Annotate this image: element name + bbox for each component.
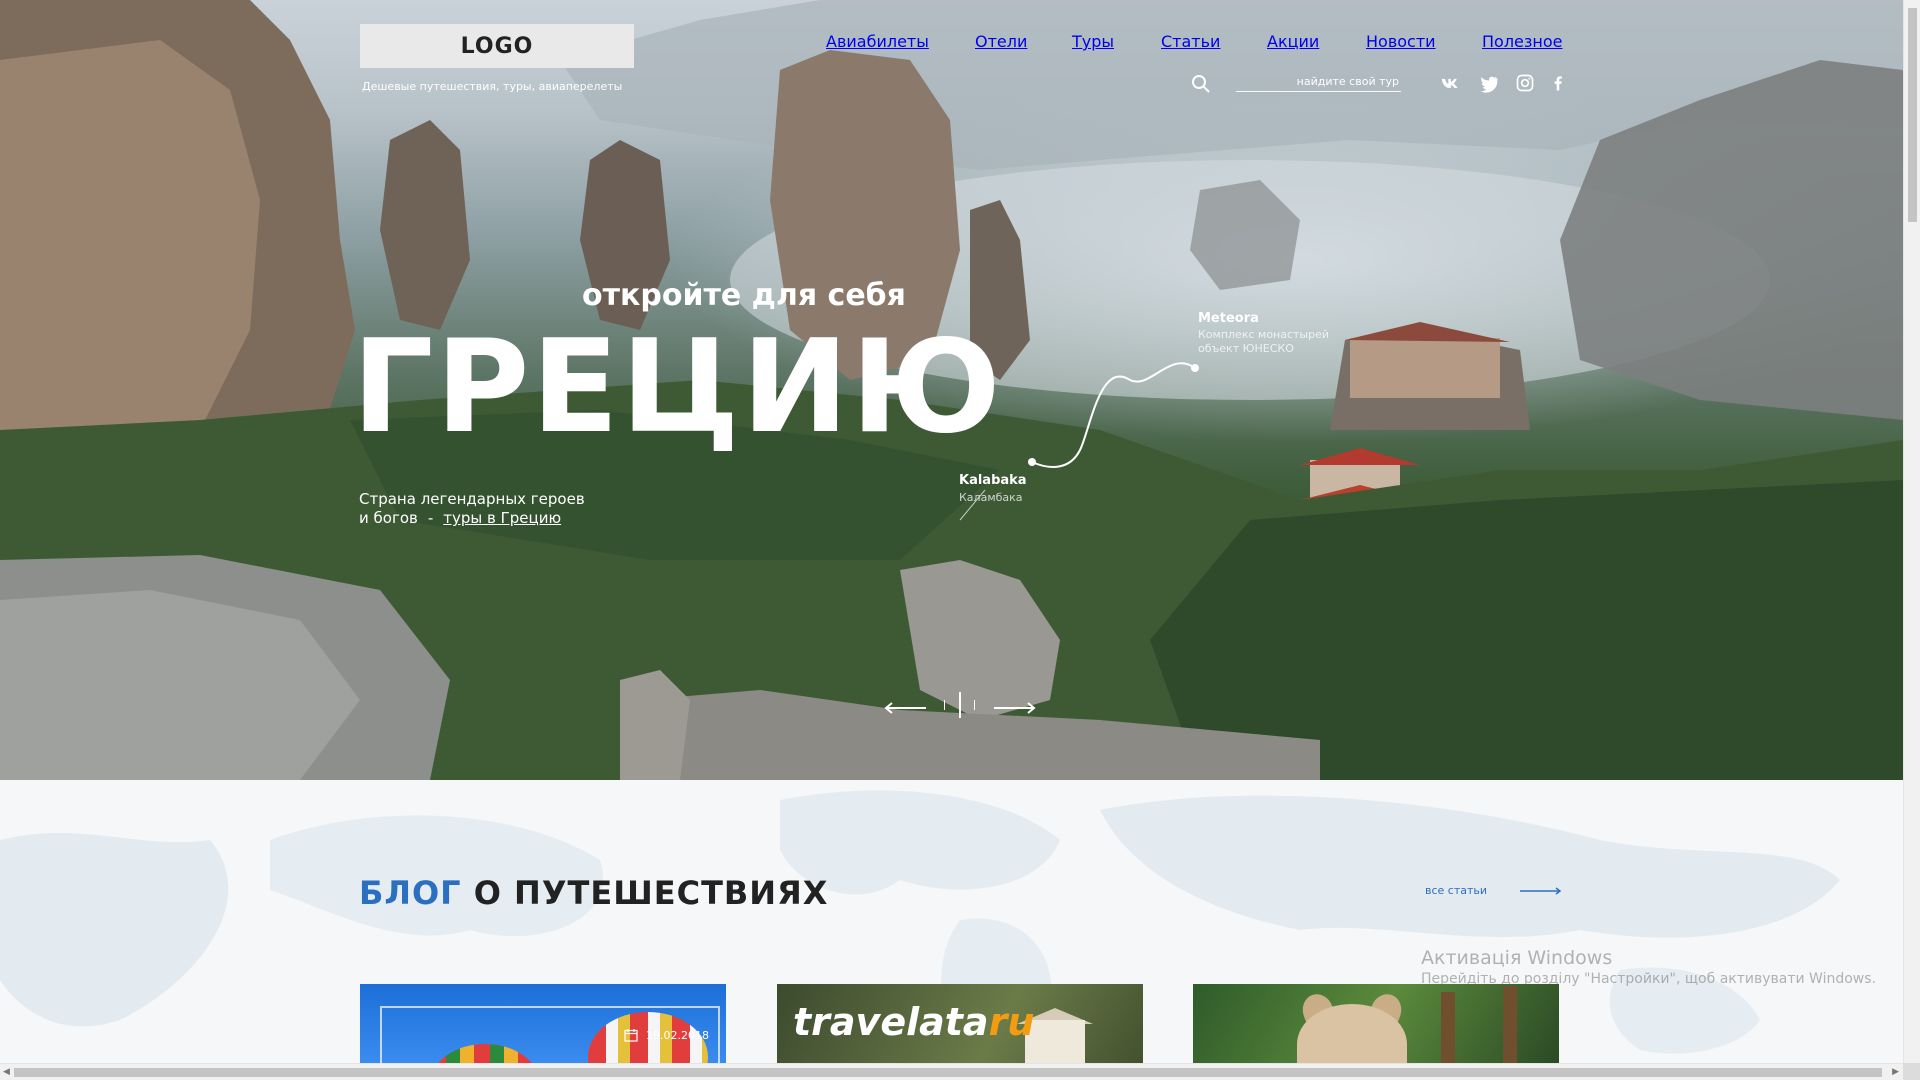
nav-item-hotels[interactable]: Отели (975, 32, 1027, 51)
site-tagline: Дешевые путешествия, туры, авиаперелеты (362, 80, 623, 93)
pin-meteora-sub1: Комплекс монастырей (1198, 328, 1330, 341)
nav-item-tours[interactable]: Туры (1072, 32, 1114, 51)
hero-headline: ГРЕЦИЮ (352, 313, 1003, 462)
blog-card-1[interactable]: 19.02.2018 (360, 984, 726, 1064)
vertical-scrollbar-thumb[interactable] (1908, 8, 1917, 222)
card-date: 19.02.2018 (624, 1028, 709, 1042)
vk-icon[interactable] (1440, 73, 1460, 93)
logo[interactable]: LOGO (360, 24, 634, 68)
fence-post-image (1441, 992, 1455, 1064)
pin-meteora-title[interactable]: Meteora (1198, 311, 1259, 326)
hero-description: Страна легендарных героев и богов - туры… (359, 490, 585, 528)
nav-item-flights[interactable]: Авиабилеты (826, 32, 929, 51)
slider-next-arrow-icon[interactable] (992, 701, 1036, 715)
blog-section: БЛОГ О ПУТЕШЕСТВИЯХ все статьи 19.02.201… (0, 780, 1903, 1064)
vertical-scrollbar[interactable] (1903, 0, 1920, 1063)
windows-activation-watermark: Активація Windows Перейдіть до розділу "… (1421, 947, 1876, 987)
nav-item-useful[interactable]: Полезное (1482, 32, 1563, 51)
travelata-brand-main: travelata (793, 1000, 989, 1044)
horizontal-scrollbar[interactable]: ◀ ▶ (0, 1063, 1903, 1080)
twitter-icon[interactable] (1479, 73, 1499, 93)
pin-kalabaka-title[interactable]: Kalabaka (959, 473, 1027, 488)
blog-card-2[interactable]: travelataru (777, 984, 1143, 1064)
all-articles-link[interactable]: все статьи (1425, 884, 1487, 897)
windows-activation-text: Перейдіть до розділу "Настройки", щоб ак… (1421, 971, 1876, 987)
horizontal-scrollbar-thumb[interactable] (14, 1068, 1882, 1077)
fence-post-image (1503, 986, 1517, 1064)
travelata-brand: travelataru (793, 1000, 1034, 1044)
hero-description-separator: - (427, 509, 434, 527)
nav-item-articles[interactable]: Статьи (1161, 32, 1220, 51)
tours-greece-link[interactable]: туры в Грецию (443, 509, 561, 528)
hero-section: LOGO Дешевые путешествия, туры, авиапере… (0, 0, 1903, 780)
pin-meteora-sub2: объект ЮНЕСКО (1198, 342, 1294, 355)
search-icon[interactable] (1191, 74, 1211, 94)
hero-description-line1: Страна легендарных героев (359, 490, 585, 508)
blog-card-3[interactable] (1193, 984, 1559, 1064)
hero-description-line2: и богов (359, 509, 418, 527)
travelata-brand-accent: ru (988, 1000, 1035, 1044)
blog-heading-rest: О ПУТЕШЕСТВИЯХ (473, 874, 829, 912)
arrow-right-icon[interactable] (1520, 887, 1562, 895)
blog-heading: БЛОГ О ПУТЕШЕСТВИЯХ (359, 874, 828, 912)
blog-heading-accent: БЛОГ (359, 874, 462, 912)
slider-prev-arrow-icon[interactable] (884, 701, 928, 715)
hero-subheadline: откройте для себя (582, 278, 906, 313)
facebook-icon[interactable] (1548, 73, 1568, 93)
card-date-text: 19.02.2018 (646, 1028, 709, 1042)
slider-indicator-active[interactable] (959, 692, 961, 718)
scrollbar-corner (1903, 1063, 1920, 1080)
scroll-left-icon[interactable]: ◀ (3, 1067, 10, 1077)
pin-kalabaka-sub1: Каламбака (959, 491, 1023, 504)
slider-indicator-3[interactable] (974, 700, 975, 710)
instagram-icon[interactable] (1515, 73, 1535, 93)
calendar-icon (624, 1029, 638, 1042)
nav-item-promotions[interactable]: Акции (1267, 32, 1319, 51)
windows-activation-title: Активація Windows (1421, 947, 1613, 969)
scroll-right-icon[interactable]: ▶ (1892, 1067, 1899, 1077)
slider-indicator-1[interactable] (944, 700, 945, 710)
search-input[interactable] (1236, 72, 1401, 92)
nav-item-news[interactable]: Новости (1366, 32, 1436, 51)
